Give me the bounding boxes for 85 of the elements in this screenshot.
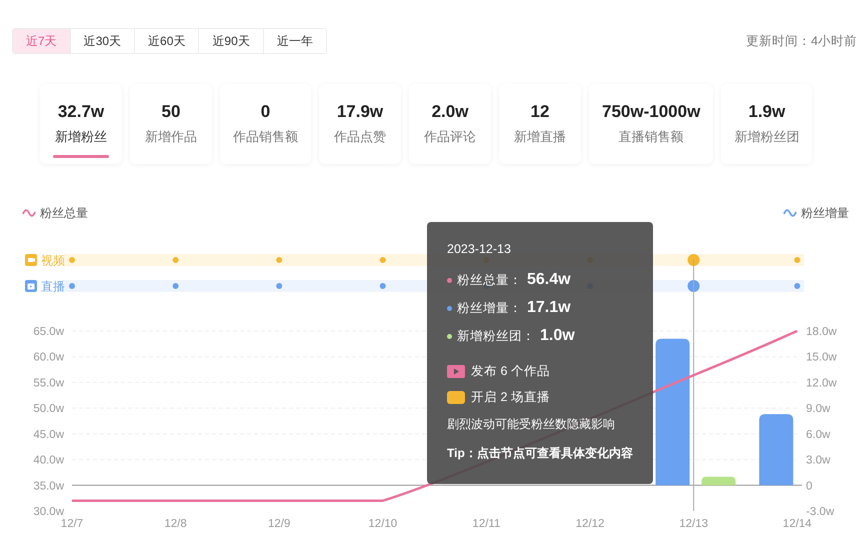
video-icon [25, 254, 37, 266]
axis-tick-label: 12/11 [472, 518, 500, 530]
metric-label: 粉丝增量： [457, 300, 522, 316]
axis-tick-label: 30.0w [33, 506, 64, 518]
stat-card[interactable]: 32.7w 新增粉丝 [40, 84, 122, 164]
tooltip-note: 剧烈波动可能受粉丝数隐藏影响 [447, 416, 616, 433]
stat-value: 50 [162, 102, 180, 122]
timeline-label: 视频 [41, 254, 65, 268]
axis-tick-label: 12/12 [576, 518, 604, 530]
axis-tick-label: -3.0w [806, 506, 834, 518]
axis-tick-label: 12.0w [806, 377, 837, 390]
wave-icon [783, 209, 797, 217]
axis-tick-label: 15.0w [806, 352, 837, 364]
timeline-dot[interactable] [380, 283, 386, 289]
stat-label: 作品评论 [424, 128, 476, 146]
timeline-dot[interactable] [69, 257, 75, 263]
axis-tick-label: 3.0w [806, 454, 830, 467]
tv-icon [25, 280, 37, 292]
stat-label: 新增粉丝团 [734, 128, 800, 146]
axis-tick-label: 65.0w [33, 326, 64, 338]
stat-label: 直播销售额 [618, 128, 684, 146]
stat-card[interactable]: 1.9w 新增粉丝团 [721, 84, 812, 164]
stat-value: 750w-1000w [602, 102, 700, 122]
stat-label: 作品销售额 [233, 128, 298, 146]
bar [759, 414, 794, 486]
axis-tick-label: 12/7 [60, 518, 84, 530]
axis-tick-label: 40.0w [33, 454, 64, 467]
timeline-dot[interactable] [172, 283, 179, 289]
axis-tick-label: 12/8 [164, 518, 187, 530]
axis-tick-label: 50.0w [33, 403, 64, 416]
axis-tick-label: 12/9 [268, 518, 290, 530]
timeline-dot[interactable] [380, 257, 386, 263]
timeline-dot[interactable] [69, 283, 75, 289]
timeline-dot[interactable] [688, 280, 700, 292]
axis-tick-label: 60.0w [33, 352, 64, 364]
metric-label: 粉丝总量： [457, 272, 522, 288]
play-icon [447, 364, 465, 378]
axis-tick-label: 12/10 [368, 518, 398, 530]
wave-icon [22, 209, 36, 217]
timeline-dot[interactable] [688, 254, 700, 266]
event-text: 发布 6 个作品 [471, 362, 550, 380]
stat-label: 新增直播 [514, 128, 566, 146]
metric-label: 新增粉丝团： [457, 328, 535, 344]
timeline-label: 直播 [41, 280, 65, 294]
tooltip-date: 2023-12-13 [447, 242, 512, 256]
timeline-dot[interactable] [276, 257, 282, 263]
metric-value: 1.0w [540, 327, 575, 345]
axis-tick-label: 35.0w [33, 480, 64, 492]
stat-card[interactable]: 2.0w 作品评论 [409, 84, 491, 164]
axis-tick-label: 9.0w [806, 403, 830, 416]
timeline-dot[interactable] [276, 283, 282, 289]
update-time: 更新时间：4小时前 [746, 32, 857, 50]
tooltip-tip: Tip：点击节点可查看具体变化内容 [447, 445, 633, 462]
stat-label: 新增粉丝 [55, 128, 107, 146]
stat-value: 17.9w [336, 102, 384, 122]
stat-label: 作品点赞 [334, 128, 386, 146]
stat-label: 新增作品 [145, 128, 197, 146]
axis-tick-label: 0 [806, 480, 812, 492]
stat-value: 32.7w [58, 102, 104, 122]
metric-value: 17.1w [527, 299, 571, 317]
timeline-dot[interactable] [794, 257, 800, 263]
active-underline [53, 155, 109, 158]
stat-card[interactable]: 50 新增作品 [130, 84, 212, 164]
axis-tick-label: 6.0w [806, 428, 830, 441]
axis-tick-label: 12/13 [679, 518, 708, 530]
stat-value: 12 [530, 102, 550, 122]
stat-value: 2.0w [432, 102, 468, 122]
range-tab[interactable]: 近一年 [262, 29, 326, 53]
stat-card[interactable]: 12 新增直播 [499, 84, 581, 164]
axis-tick-label: 12/14 [782, 518, 812, 530]
timeline-dot[interactable] [172, 257, 179, 263]
axis-tick-label: 45.0w [33, 428, 64, 441]
bar [702, 476, 736, 486]
metric-value: 56.4w [527, 271, 571, 289]
event-text: 开启 2 场直播 [471, 388, 550, 406]
stat-card[interactable]: 750w-1000w 直播销售额 [589, 84, 714, 164]
legend-label: 粉丝增量 [801, 204, 849, 222]
stat-card[interactable]: 17.9w 作品点赞 [319, 84, 401, 164]
axis-tick-label: 55.0w [33, 377, 64, 390]
axis-tick-label: 18.0w [806, 326, 837, 338]
stat-value: 0 [260, 102, 270, 122]
stat-card[interactable]: 0 作品销售额 [220, 84, 311, 164]
timeline-dot[interactable] [794, 283, 800, 289]
stat-value: 1.9w [748, 102, 786, 122]
legend-label: 粉丝总量 [40, 204, 88, 222]
